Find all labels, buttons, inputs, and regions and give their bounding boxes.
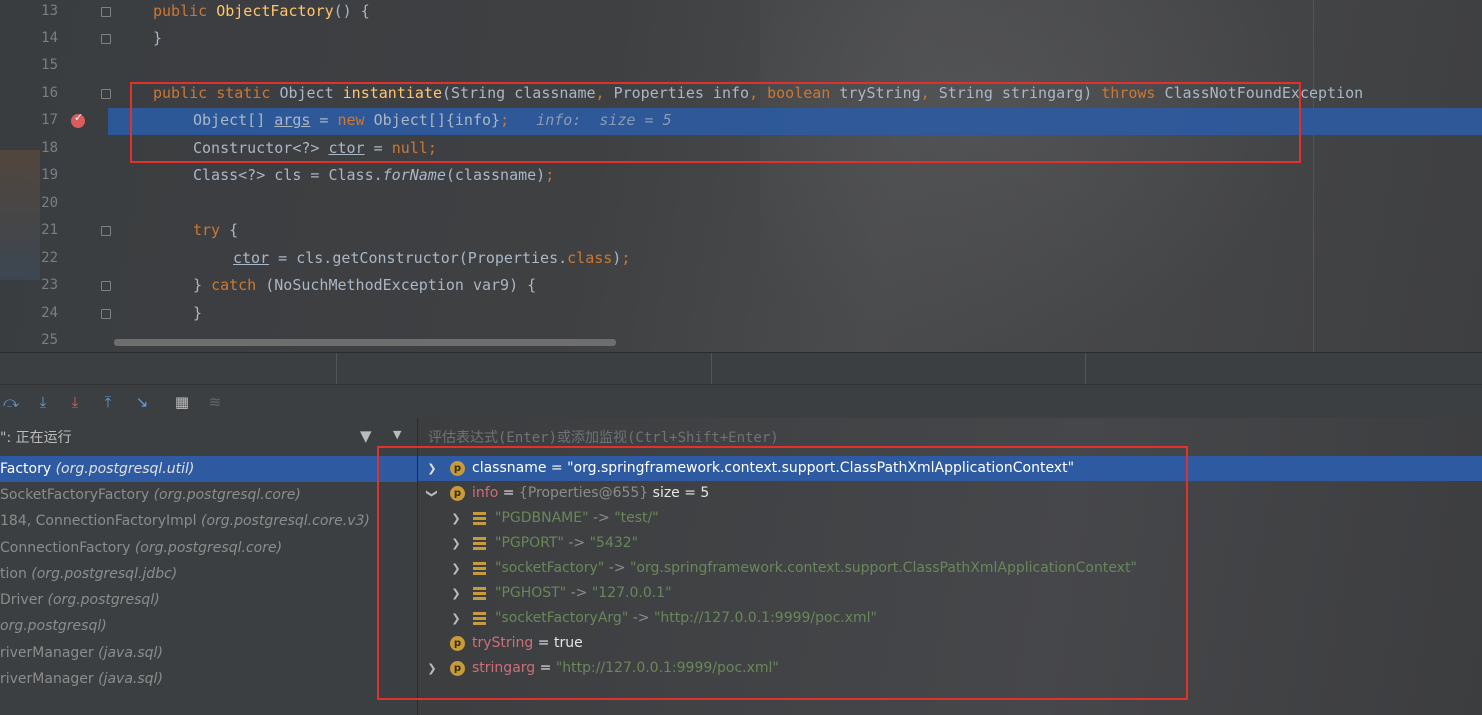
line-number: 22 <box>41 250 58 266</box>
highlight-box-code <box>130 82 1301 163</box>
code-line-21: try { <box>193 217 238 244</box>
highlight-box-variables <box>377 446 1188 700</box>
step-over-icon[interactable]: ⤼ <box>2 393 20 411</box>
chevron-down-icon[interactable]: ▼ <box>393 428 401 441</box>
breakpoint-icon[interactable] <box>71 111 85 128</box>
divider <box>711 353 712 385</box>
frame-package: (org.postgresql.util) <box>55 461 195 477</box>
semicolon: ; <box>545 166 555 184</box>
fold-marker-icon[interactable] <box>101 281 111 291</box>
run-to-cursor-icon[interactable]: ↘ <box>133 393 151 411</box>
stack-frame[interactable]: ConnectionFactory (org.postgresql.core) <box>0 535 417 561</box>
code-text: } <box>193 276 212 294</box>
static-method: forName <box>382 166 446 184</box>
stack-frame[interactable]: riverManager (java.sql) <box>0 666 417 692</box>
stack-frame[interactable]: 184, ConnectionFactoryImpl (org.postgres… <box>0 508 417 534</box>
line-number: 21 <box>41 222 58 238</box>
line-number: 20 <box>41 195 58 211</box>
code-text: () { <box>333 2 370 20</box>
code-text: { <box>220 221 239 239</box>
code-text: (NoSuchMethodException var9) { <box>256 276 537 294</box>
code-line-22: ctor = cls.getConstructor(Properties.cla… <box>233 245 630 272</box>
code-editor[interactable]: 13 14 15 16 17 18 19 20 21 22 23 24 25 p… <box>0 0 1482 352</box>
line-number: 23 <box>41 277 58 293</box>
line-number: 15 <box>41 57 58 73</box>
frame-method: riverManager <box>0 645 99 661</box>
code-line-13: public ObjectFactory() { <box>153 0 370 25</box>
stack-frame[interactable]: org.postgresql) <box>0 613 417 639</box>
frames-header: ": 正在运行 ▼ ▼ <box>0 418 417 455</box>
frame-package: (java.sql) <box>98 671 163 687</box>
frame-package: (org.postgresql.jdbc) <box>31 566 178 582</box>
line-number: 13 <box>41 3 58 19</box>
frame-package: (org.postgresql.core) <box>134 540 283 556</box>
frame-package: (org.postgresql) <box>47 592 160 608</box>
semicolon: ; <box>621 249 631 267</box>
line-number: 18 <box>41 140 58 156</box>
frame-method: ConnectionFactory <box>0 540 135 556</box>
step-into-icon[interactable]: ⤓ <box>34 393 52 411</box>
stack-frame[interactable]: riverManager (java.sql) <box>0 640 417 666</box>
stack-frame[interactable]: SocketFactoryFactory (org.postgresql.cor… <box>0 482 417 508</box>
divider <box>1085 353 1086 385</box>
keyword: class <box>567 249 613 267</box>
line-number: 17 <box>41 112 58 128</box>
evaluate-expression-input[interactable]: 评估表达式(Enter)或添加监视(Ctrl+Shift+Enter) <box>428 427 779 447</box>
code-line-19: Class<?> cls = Class.forName(classname); <box>193 162 554 189</box>
code-text: = cls.getConstructor(Properties. <box>269 249 568 267</box>
frame-method: 184, ConnectionFactoryImpl <box>0 513 201 529</box>
method-name: ObjectFactory <box>216 2 334 20</box>
editor-gutter[interactable]: 13 14 15 16 17 18 19 20 21 22 23 24 25 <box>0 0 120 352</box>
stack-frame[interactable]: Factory (org.postgresql.util) <box>0 456 417 482</box>
fold-marker-icon[interactable] <box>101 309 111 319</box>
trace-icon[interactable]: ≋ <box>206 393 224 411</box>
filter-icon[interactable]: ▼ <box>360 427 372 445</box>
evaluate-icon[interactable]: ▦ <box>173 393 191 411</box>
thread-status[interactable]: ": 正在运行 <box>0 427 72 447</box>
code-text: (classname) <box>445 166 546 184</box>
force-step-into-icon[interactable]: ⤓ <box>66 393 84 411</box>
debug-toolbar: ⤼ ⤓ ⤓ ⤒ ↘ ▦ ≋ <box>0 384 1482 419</box>
stack-frame[interactable]: tion (org.postgresql.jdbc) <box>0 561 417 587</box>
frame-package: (org.postgresql.core.v3) <box>200 513 370 529</box>
debug-tabs-row <box>0 352 1482 385</box>
code-line-23: } catch (NoSuchMethodException var9) { <box>193 272 536 299</box>
fold-marker-icon[interactable] <box>101 7 111 17</box>
fold-marker-icon[interactable] <box>101 34 111 44</box>
keyword: catch <box>211 276 257 294</box>
line-number: 16 <box>41 85 58 101</box>
keyword: try <box>193 221 221 239</box>
frame-method: Driver <box>0 592 48 608</box>
line-number: 19 <box>41 167 58 183</box>
editor-background-art <box>760 0 1320 352</box>
variable: ctor <box>233 249 270 267</box>
code-line-14: } <box>153 29 163 47</box>
fold-marker-icon[interactable] <box>101 226 111 236</box>
code-line-24: } <box>193 304 203 322</box>
step-out-icon[interactable]: ⤒ <box>99 393 117 411</box>
right-margin-guide <box>1313 0 1314 352</box>
fold-marker-icon[interactable] <box>101 89 111 99</box>
frame-method: riverManager <box>0 671 99 687</box>
line-number: 25 <box>41 332 58 348</box>
code-text: Class<?> cls = Class. <box>193 166 383 184</box>
line-number: 24 <box>41 305 58 321</box>
frame-method: tion <box>0 566 32 582</box>
stack-frame[interactable]: Driver (org.postgresql) <box>0 587 417 613</box>
frame-package: (java.sql) <box>98 645 163 661</box>
frame-method: Factory <box>0 461 56 477</box>
frame-package: org.postgresql) <box>0 618 107 634</box>
code-text: ) <box>612 249 622 267</box>
line-number: 14 <box>41 30 58 46</box>
horizontal-scrollbar[interactable] <box>114 339 616 346</box>
frame-method: SocketFactoryFactory <box>0 487 154 503</box>
frames-panel: ": 正在运行 ▼ ▼ Factory (org.postgresql.util… <box>0 418 418 715</box>
divider <box>336 353 337 385</box>
keyword: public <box>153 2 208 20</box>
frame-package: (org.postgresql.core) <box>153 487 301 503</box>
